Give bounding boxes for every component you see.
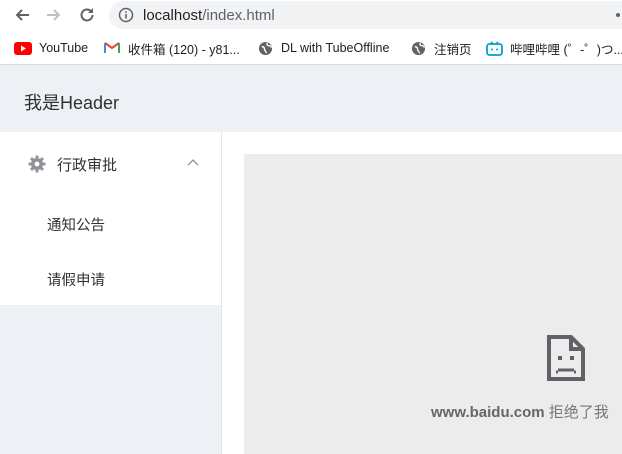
sidebar: 行政审批 通知公告 请假申请 [0, 132, 222, 454]
url-text[interactable]: localhost/index.html [143, 7, 275, 24]
app-header: 我是Header [0, 65, 622, 132]
globe-icon [409, 40, 427, 56]
bookmark-label: 哔哩哔哩 (゜-゜)つ... [510, 42, 622, 57]
bookmarks-bar: YouTube 收件箱 (120) - y81... DL with TubeO… [0, 31, 622, 65]
bookmark-label: YouTube [39, 41, 89, 55]
sidebar-menu: 行政审批 通知公告 请假申请 [0, 132, 221, 305]
gear-icon [28, 155, 46, 173]
main-content: www.baidu.com 拒绝了我 [222, 132, 622, 454]
info-icon[interactable] [118, 7, 134, 23]
bilibili-icon [485, 40, 503, 56]
submenu-label: 行政审批 [57, 157, 118, 174]
forward-button[interactable] [42, 3, 66, 27]
reload-button[interactable] [75, 3, 99, 27]
menu-item-notice[interactable]: 通知公告 [0, 195, 221, 250]
menu-item-label: 请假申请 [47, 273, 105, 289]
reload-icon [80, 8, 94, 22]
error-host: www.baidu.com [431, 404, 545, 421]
bookmark-label: DL with TubeOffline [281, 41, 390, 55]
url-host: localhost [143, 7, 203, 24]
menu-item-leave-request[interactable]: 请假申请 [0, 250, 221, 305]
bookmark-logout[interactable]: 注销页 [409, 39, 472, 57]
bookmark-youtube[interactable]: YouTube [14, 39, 88, 57]
chevron-up-icon [187, 159, 199, 166]
address-bar[interactable]: localhost/index.html [109, 1, 622, 29]
header-title: 我是Header [24, 93, 120, 113]
bookmark-gmail[interactable]: 收件箱 (120) - y81... [103, 39, 240, 57]
globe-icon [256, 40, 274, 56]
iframe-error-message: www.baidu.com 拒绝了我 [431, 401, 609, 422]
url-path: /index.html [202, 7, 275, 24]
bookmark-bilibili[interactable]: 哔哩哔哩 (゜-゜)つ... [485, 39, 622, 57]
menu-item-label: 通知公告 [47, 218, 105, 234]
back-button[interactable] [10, 3, 34, 27]
arrow-right-icon [47, 9, 61, 21]
error-text: 拒绝了我 [544, 404, 609, 421]
bookmark-label: 收件箱 (120) - y81... [128, 42, 240, 57]
browser-toolbar: localhost/index.html [0, 0, 622, 31]
share-icon[interactable] [614, 7, 622, 23]
gmail-icon [103, 40, 121, 56]
sad-document-icon [547, 335, 585, 381]
embedded-iframe: www.baidu.com 拒绝了我 [244, 154, 622, 454]
submenu-admin-approval[interactable]: 行政审批 [0, 132, 221, 195]
youtube-icon [14, 40, 32, 56]
bookmark-label: 注销页 [434, 42, 472, 57]
bookmark-tubeoffline[interactable]: DL with TubeOffline [256, 39, 389, 57]
arrow-left-icon [15, 9, 29, 21]
